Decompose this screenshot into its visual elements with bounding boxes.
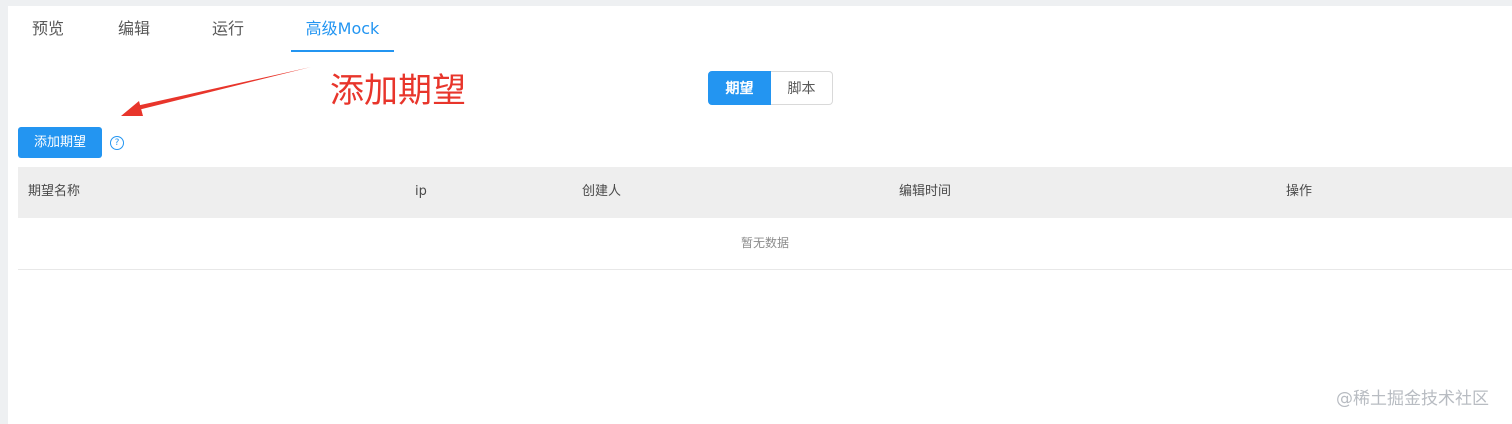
column-header-ip: ip [415,184,427,199]
segment-expectation[interactable]: 期望 [708,71,771,105]
column-header-name: 期望名称 [28,184,81,199]
left-background-strip [0,0,8,424]
mode-segmented-control: 期望 脚本 [708,71,833,105]
add-expectation-button[interactable]: 添加期望 [18,127,102,158]
annotation-label: 添加期望 [330,71,466,111]
question-icon[interactable]: ? [110,136,124,150]
column-header-actions: 操作 [1286,184,1313,199]
segment-script[interactable]: 脚本 [771,71,833,105]
watermark-text: @稀土掘金技术社区 [1336,389,1489,409]
table-header: 期望名称 ip 创建人 编辑时间 操作 [18,167,1512,218]
table-empty-state: 暂无数据 [18,218,1512,270]
column-header-creator: 创建人 [582,184,622,199]
column-header-edit-time: 编辑时间 [899,184,952,199]
mock-panel: 预览 编辑 运行 高级Mock 期望 脚本 添加期望 添加期望 ? 期望名称 i… [8,6,1512,424]
